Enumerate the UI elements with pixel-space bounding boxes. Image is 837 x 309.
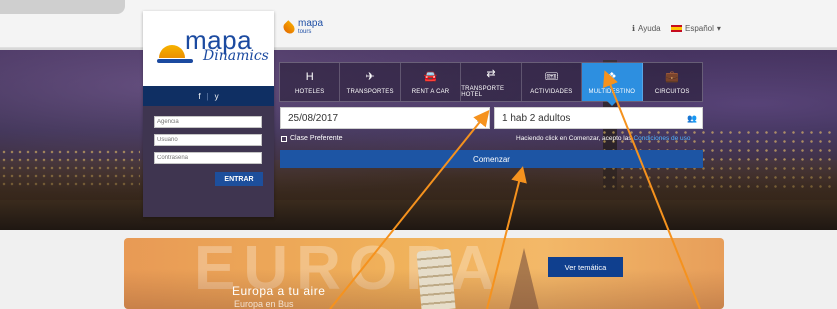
login-panel: mapa Dinamics f | y ENTRAR — [143, 11, 274, 217]
view-theme-button[interactable]: Ver temática — [548, 257, 623, 277]
password-input[interactable] — [154, 152, 262, 164]
caret-down-icon: ▾ — [716, 24, 721, 33]
page: mapa tours ℹ Ayuda Español ▾ mapa Dinami… — [0, 0, 837, 309]
multidestination-icon: ❖ — [606, 70, 617, 83]
transfer-icon: ⇄ — [486, 67, 496, 80]
promo-section: EUROPA Europa a tu aire Europa en Bus Ve… — [0, 230, 837, 309]
hotel-icon: H — [305, 70, 314, 83]
spain-flag-icon — [671, 25, 682, 32]
username-input[interactable] — [154, 134, 262, 146]
tab-transporte-hotel[interactable]: ⇄ TRANSPORTE HOTEL — [461, 63, 522, 101]
twitter-icon[interactable]: y — [215, 92, 219, 101]
tab-label: ACTIVIDADES — [530, 88, 573, 95]
facebook-icon[interactable]: f — [198, 92, 200, 101]
rooms-field[interactable]: 1 hab 2 adultos 👥 — [494, 107, 703, 129]
tab-transportes[interactable]: ✈ TRANSPORTES — [340, 63, 401, 101]
preferred-class-label: Clase Preferente — [290, 135, 343, 142]
tab-label: RENT A CAR — [411, 88, 450, 95]
logo-line2: Dinamics — [203, 48, 269, 64]
preferred-class-checkbox[interactable] — [281, 135, 287, 142]
pisa-tower-image — [416, 248, 456, 309]
logo-drop-icon — [281, 20, 297, 36]
agency-input[interactable] — [154, 116, 262, 128]
sun-logo-icon — [159, 45, 185, 58]
info-icon: ℹ — [632, 24, 636, 33]
suitcase-icon: 💼 — [665, 70, 680, 83]
help-link[interactable]: ℹ Ayuda — [632, 24, 661, 33]
tab-label: TRANSPORTE HOTEL — [461, 85, 505, 98]
terms-link[interactable]: Condiciones de uso — [633, 135, 690, 142]
terms-notice: Haciendo click en Comenzar, acepto las C… — [516, 135, 691, 142]
date-field[interactable]: 25/08/2017 ▦ — [280, 107, 490, 129]
mapa-dinamics-logo: mapa Dinamics — [143, 11, 274, 86]
calendar-icon: ▦ — [476, 113, 484, 123]
plane-icon: ✈ — [365, 70, 375, 83]
tab-multidestino[interactable]: ❖ MULTIDESTINO — [582, 63, 643, 106]
login-form: ENTRAR — [143, 106, 274, 217]
rooms-value: 1 hab 2 adultos — [502, 112, 571, 124]
language-label: Español — [685, 24, 714, 33]
language-selector[interactable]: Español ▾ — [671, 24, 721, 33]
date-value: 25/08/2017 — [288, 112, 339, 124]
car-icon: 🚘 — [423, 70, 438, 83]
preferred-class-option[interactable]: Clase Preferente — [281, 135, 343, 142]
mapa-tours-logo[interactable]: mapa tours — [281, 19, 323, 37]
people-icon: 👥 — [687, 113, 697, 123]
top-bar: mapa tours ℹ Ayuda Español ▾ — [0, 0, 837, 48]
eiffel-tower-image — [509, 248, 539, 309]
help-label: Ayuda — [638, 24, 661, 33]
promo-subtitle: Europa en Bus — [234, 299, 294, 309]
tab-label: HOTELES — [295, 88, 325, 95]
top-left-tab — [0, 0, 125, 14]
start-search-button[interactable]: Comenzar — [280, 150, 703, 168]
tab-circuitos[interactable]: 💼 CIRCUITOS — [643, 63, 702, 101]
tab-hoteles[interactable]: H HOTELES — [280, 63, 341, 101]
social-bar: f | y — [143, 86, 274, 106]
login-button[interactable]: ENTRAR — [215, 172, 263, 186]
tab-label: CIRCUITOS — [654, 88, 690, 95]
tab-label: TRANSPORTES — [346, 88, 394, 95]
tab-rent-a-car[interactable]: 🚘 RENT A CAR — [401, 63, 462, 101]
ticket-icon: 🎟 — [544, 70, 559, 83]
logo-sub-text: tours — [298, 29, 312, 35]
europe-promo-banner[interactable]: EUROPA Europa a tu aire Europa en Bus Ve… — [124, 238, 724, 309]
terms-text: Haciendo click en Comenzar, acepto las — [516, 135, 632, 142]
tab-label: MULTIDESTINO — [588, 88, 636, 95]
promo-title: Europa a tu aire — [232, 284, 326, 298]
product-tabs: H HOTELES ✈ TRANSPORTES 🚘 RENT A CAR ⇄ TRANSPOR… — [279, 62, 703, 106]
tab-actividades[interactable]: 🎟 ACTIVIDADES — [522, 63, 583, 101]
